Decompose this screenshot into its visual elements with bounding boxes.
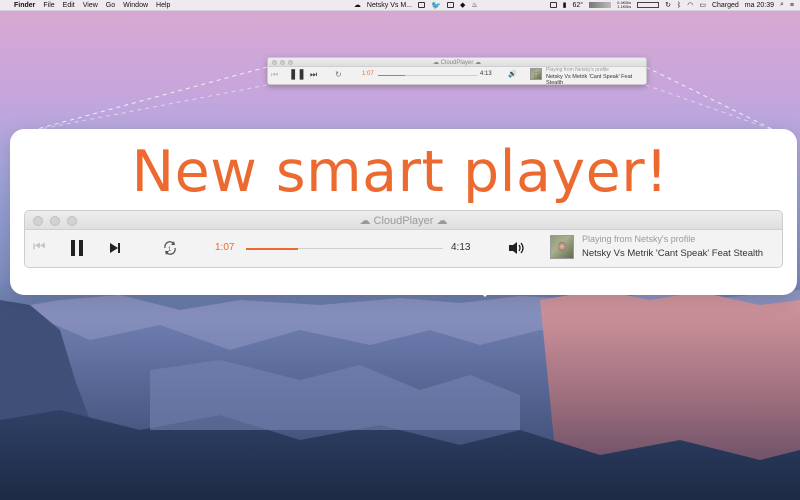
- total-time: 4:13: [451, 242, 471, 253]
- player-titlebar[interactable]: ☁ CloudPlayer ☁: [25, 211, 782, 230]
- volume-icon[interactable]: [508, 241, 526, 255]
- mini-player-controls: ⏮ ❚❚ ⏭ ↻ 1:07 4:13 🔊 Playing from Netsky…: [268, 67, 646, 84]
- cloud-icon: ☁: [359, 215, 371, 227]
- svg-text:1: 1: [168, 247, 172, 253]
- progress-bar[interactable]: [246, 247, 443, 250]
- mini-album-art[interactable]: [530, 68, 542, 80]
- pause-icon[interactable]: ❚❚: [289, 69, 306, 80]
- mini-player-title-text: CloudPlayer: [440, 60, 474, 66]
- volume-icon[interactable]: 🔊: [508, 70, 517, 78]
- mini-track-title[interactable]: Netsky Vs Metrik 'Cant Speak' Feat Steal…: [546, 74, 646, 84]
- player-window[interactable]: ☁ CloudPlayer ☁ ⏮ 1 1:07 4:13 Playing fr…: [24, 210, 783, 268]
- previous-icon[interactable]: ⏮: [33, 238, 46, 255]
- cloud-icon: ☁: [432, 60, 439, 66]
- repeat-one-icon[interactable]: ↻: [335, 70, 342, 79]
- mini-player-window[interactable]: ☁ CloudPlayer ☁ ⏮ ❚❚ ⏭ ↻ 1:07 4:13 🔊 Pla…: [267, 57, 647, 85]
- next-icon[interactable]: [109, 242, 121, 254]
- track-title[interactable]: Netsky Vs Metrik 'Cant Speak' Feat Steal…: [582, 248, 763, 259]
- headline: New smart player!: [131, 139, 669, 205]
- current-time: 1:07: [215, 242, 235, 253]
- progress-fill: [246, 247, 299, 250]
- repeat-one-icon[interactable]: 1: [162, 240, 178, 256]
- previous-icon[interactable]: ⏮: [271, 70, 278, 80]
- mini-player-title: ☁ CloudPlayer ☁: [268, 59, 646, 66]
- pause-icon[interactable]: [70, 239, 84, 257]
- cloud-icon: ☁: [436, 215, 448, 227]
- callout-pointer: [479, 291, 491, 297]
- album-art[interactable]: [550, 235, 574, 259]
- cloud-icon: ☁: [475, 60, 482, 66]
- mini-player-titlebar[interactable]: ☁ CloudPlayer ☁: [268, 58, 646, 67]
- mini-source-text: Playing from Netsky's profile: [546, 67, 609, 73]
- mini-total-time: 4:13: [480, 71, 492, 77]
- mini-progress-bar[interactable]: [378, 74, 478, 77]
- mini-progress-fill: [378, 74, 405, 76]
- source-text: Playing from Netsky's profile: [582, 234, 696, 244]
- next-icon[interactable]: ⏭: [310, 70, 317, 80]
- player-title-text: CloudPlayer: [373, 215, 434, 227]
- player-title: ☁ CloudPlayer ☁: [25, 214, 782, 227]
- mini-current-time: 1:07: [362, 71, 374, 77]
- player-controls: ⏮ 1 1:07 4:13 Playing from Netsky's prof…: [25, 230, 782, 267]
